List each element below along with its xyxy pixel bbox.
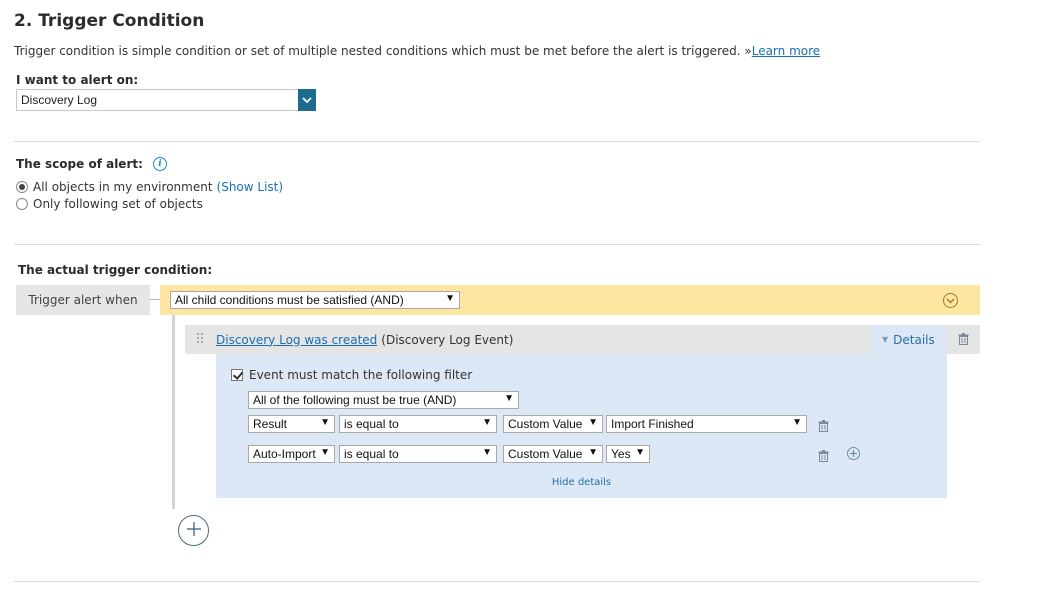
scope-option-all[interactable]: All objects in my environment (Show List… [16,180,283,194]
dropdown-arrow-icon: ▼ [588,447,598,458]
dropdown-arrow-icon: ▼ [588,417,598,428]
trigger-heading: The actual trigger condition: [18,263,213,277]
divider [14,141,980,142]
row2-operator-select[interactable]: is equal to ▼ [339,445,497,463]
event-type: (Discovery Log Event) [381,332,514,347]
scope-label: The scope of alert: [16,157,143,171]
caret-down-icon: ▼ [882,335,889,344]
row1-operator-select[interactable]: is equal to ▼ [339,415,497,433]
row2-value-type: Custom Value [508,447,583,461]
filter-panel: Event must match the following filter Al… [216,354,947,498]
filter-mode-value: All of the following must be true (AND) [253,393,457,407]
chevron-down-icon[interactable] [298,89,316,111]
add-condition-button[interactable] [178,515,209,546]
row1-field-select[interactable]: Result ▼ [248,415,335,433]
divider [14,244,980,245]
row1-value-type-select[interactable]: Custom Value ▼ [503,415,603,433]
dropdown-arrow-icon: ▼ [482,417,492,428]
row1-value-type: Custom Value [508,417,583,431]
scope-option-all-label: All objects in my environment [33,180,213,194]
row2-value-select[interactable]: Yes ▼ [606,445,650,463]
scope-heading: The scope of alert: i [16,157,167,171]
dropdown-arrow-icon: ▼ [320,417,330,428]
alert-on-select[interactable]: Discovery Log [16,89,316,111]
alert-on-label: I want to alert on: [16,73,139,87]
divider [14,581,980,582]
condition-bar: All child conditions must be satisfied (… [160,285,980,315]
hide-details-link[interactable]: Hide details [552,477,611,488]
scope-option-following-label: Only following set of objects [33,197,203,211]
show-list-link[interactable]: (Show List) [217,180,284,194]
section-description: Trigger condition is simple condition or… [14,44,820,58]
details-toggle[interactable]: ▼ Details [870,325,947,354]
row2-value-type-select[interactable]: Custom Value ▼ [503,445,603,463]
add-icon [186,521,201,540]
row1-value-select[interactable]: Import Finished ▼ [606,415,807,433]
event-condition-header: Discovery Log was created (Discovery Log… [185,325,870,354]
event-link[interactable]: Discovery Log was created [216,333,377,347]
section-title: 2. Trigger Condition [14,11,205,31]
radio-all-objects[interactable] [16,181,28,193]
dropdown-arrow-icon: ▼ [445,293,455,304]
condition-select-value: All child conditions must be satisfied (… [175,293,404,307]
row2-field-select[interactable]: Auto-Import ▼ [248,445,335,463]
scope-option-following[interactable]: Only following set of objects [16,197,203,211]
collapse-icon[interactable] [943,293,958,308]
filter-checkbox-row[interactable]: Event must match the following filter [231,368,472,382]
trigger-alert-when-label: Trigger alert when [16,285,150,315]
dropdown-arrow-icon: ▼ [504,393,514,404]
details-label: Details [893,332,935,347]
condition-select[interactable]: All child conditions must be satisfied (… [170,291,460,309]
row2-field-value: Auto-Import [253,447,316,461]
info-icon[interactable]: i [152,157,167,171]
filter-checkbox[interactable] [231,369,243,381]
filter-mode-select[interactable]: All of the following must be true (AND) … [248,391,519,409]
description-text: Trigger condition is simple condition or… [14,44,752,58]
alert-on-value: Discovery Log [21,93,98,107]
dropdown-arrow-icon: ▼ [320,447,330,458]
connector-line [150,299,160,300]
dropdown-arrow-icon: ▼ [635,447,645,458]
delete-event-button[interactable] [947,325,980,354]
trash-icon[interactable] [818,417,829,436]
trash-icon[interactable] [818,447,829,466]
add-row-icon[interactable] [847,447,860,460]
hide-details-row: Hide details [216,477,947,488]
row2-operator-value: is equal to [344,447,399,461]
tree-line [172,315,175,509]
drag-handle-icon[interactable] [196,332,206,347]
dropdown-arrow-icon: ▼ [792,417,802,428]
row1-operator-value: is equal to [344,417,399,431]
row2-value: Yes [611,447,631,461]
radio-following-objects[interactable] [16,198,28,210]
filter-checkbox-label: Event must match the following filter [249,368,473,382]
row1-value: Import Finished [611,417,694,431]
row1-field-value: Result [253,417,288,431]
dropdown-arrow-icon: ▼ [482,447,492,458]
trash-icon [958,330,969,349]
learn-more-link[interactable]: Learn more [752,44,820,58]
